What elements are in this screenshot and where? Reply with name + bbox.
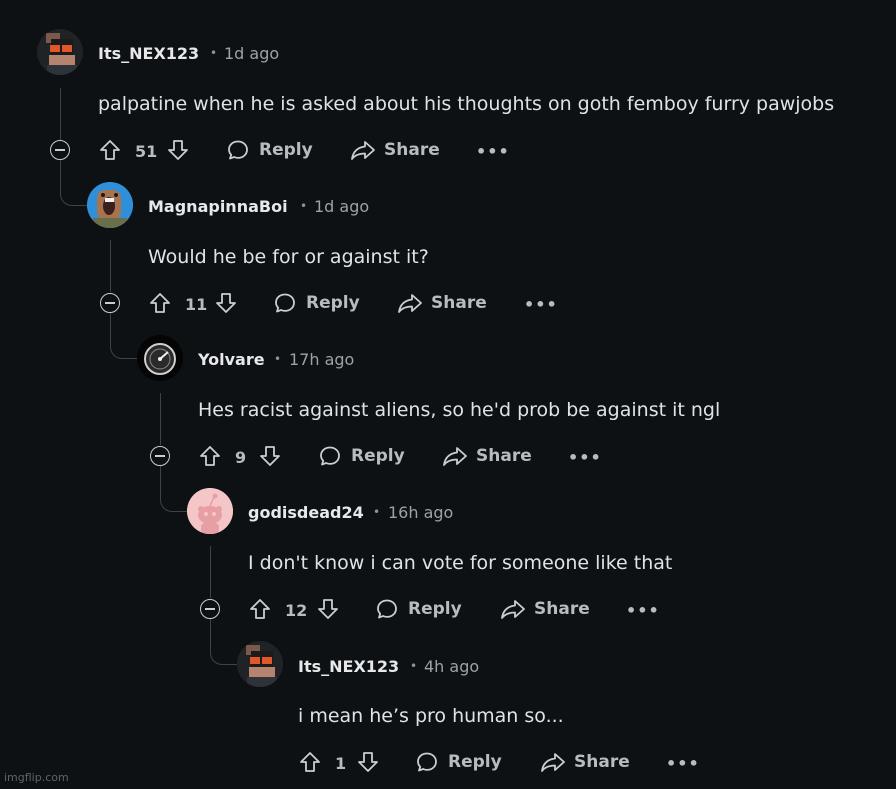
downvote-button[interactable] [214,291,238,315]
thread-line [210,546,211,598]
more-options-button[interactable]: ••• [476,142,510,161]
avatar[interactable] [37,29,83,75]
downvote-icon [216,293,236,313]
thread-line [160,466,187,512]
share-label: Share [574,752,630,772]
share-button[interactable]: Share [350,138,440,162]
share-button[interactable]: Share [540,750,630,774]
avatar[interactable] [137,335,183,381]
collapse-thread-button[interactable] [100,293,120,313]
thread-line [60,160,87,206]
reply-label: Reply [306,293,360,313]
username[interactable]: Its_NEX123 [298,657,399,676]
vote-count: 11 [185,295,208,314]
downvote-icon [260,446,280,466]
avatar[interactable] [87,182,133,228]
downvote-icon [358,752,378,772]
username[interactable]: godisdead24 [248,503,364,522]
collapse-thread-button[interactable] [50,140,70,160]
upvote-icon [200,446,220,466]
more-options-button[interactable]: ••• [666,754,700,773]
upvote-button[interactable] [298,750,322,774]
reply-icon [228,140,248,160]
upvote-button[interactable] [148,291,172,315]
upvote-button[interactable] [98,138,122,162]
share-button[interactable]: Share [397,291,487,315]
comment-body: Hes racist against aliens, so he'd prob … [198,399,721,421]
avatar[interactable] [237,641,283,687]
reply-button[interactable]: Reply [318,444,405,468]
downvote-icon [168,140,188,160]
separator-dot: • [410,659,418,673]
downvote-button[interactable] [166,138,190,162]
downvote-button[interactable] [258,444,282,468]
timestamp[interactable]: 16h ago [388,503,453,522]
reply-icon [275,293,295,313]
reply-icon [377,599,397,619]
comment-body: palpatine when he is asked about his tho… [98,93,835,115]
upvote-icon [150,293,170,313]
username[interactable]: Yolvare [198,350,265,369]
timestamp[interactable]: 1d ago [224,44,279,63]
upvote-button[interactable] [248,597,272,621]
timestamp[interactable]: 1d ago [314,197,369,216]
share-icon [351,141,375,160]
reply-label: Reply [408,599,462,619]
downvote-button[interactable] [316,597,340,621]
more-options-button[interactable]: ••• [524,295,558,314]
share-icon [443,447,467,466]
share-label: Share [534,599,590,619]
thread-line [110,240,111,292]
separator-dot: • [300,199,308,213]
comment-body: Would he be for or against it? [148,246,429,268]
downvote-button[interactable] [356,750,380,774]
separator-dot: • [210,46,218,60]
upvote-icon [250,599,270,619]
share-button[interactable]: Share [500,597,590,621]
reply-button[interactable]: Reply [226,138,313,162]
collapse-thread-button[interactable] [200,599,220,619]
username[interactable]: Its_NEX123 [98,44,199,63]
share-icon [398,294,422,313]
reply-label: Reply [259,140,313,160]
share-icon [541,753,565,772]
upvote-icon [300,752,320,772]
downvote-icon [318,599,338,619]
reply-icon [320,446,340,466]
share-icon [501,600,525,619]
more-options-button[interactable]: ••• [626,601,660,620]
reply-label: Reply [448,752,502,772]
thread-line [60,88,61,140]
timestamp[interactable]: 17h ago [289,350,354,369]
thread-line [110,313,137,359]
share-button[interactable]: Share [442,444,532,468]
username[interactable]: MagnapinnaBoi [148,197,288,216]
collapse-thread-button[interactable] [150,446,170,466]
separator-dot: • [373,505,381,519]
vote-count: 9 [235,448,247,467]
share-label: Share [476,446,532,466]
share-label: Share [384,140,440,160]
more-options-button[interactable]: ••• [568,448,602,467]
reply-button[interactable]: Reply [375,597,462,621]
comment-body: i mean he’s pro human so... [298,705,564,727]
thread-line [160,393,161,445]
vote-count: 12 [285,601,308,620]
comment-body: I don't know i can vote for someone like… [248,552,673,574]
share-label: Share [431,293,487,313]
reply-button[interactable]: Reply [415,750,502,774]
upvote-icon [100,140,120,160]
upvote-button[interactable] [198,444,222,468]
watermark: imgflip.com [4,771,69,784]
reply-label: Reply [351,446,405,466]
vote-count: 51 [135,142,158,161]
thread-line [210,619,237,665]
timestamp[interactable]: 4h ago [424,657,479,676]
reply-icon [417,752,437,772]
separator-dot: • [274,352,282,366]
reply-button[interactable]: Reply [273,291,360,315]
vote-count: 1 [335,754,347,773]
avatar[interactable] [187,488,233,534]
